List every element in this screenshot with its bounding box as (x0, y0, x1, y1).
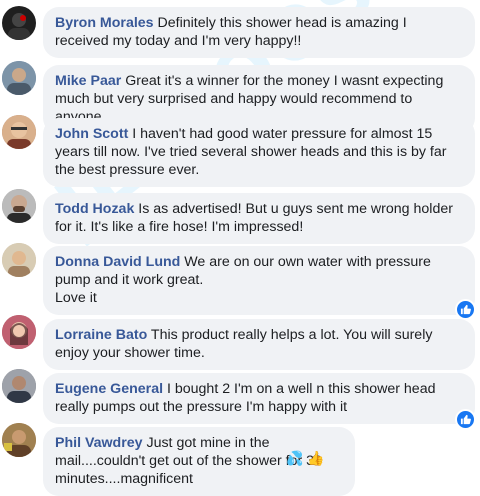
like-reaction[interactable] (455, 409, 476, 430)
comment-thread: JETBOOST SHOWER Byron Morales Definitely… (0, 0, 480, 496)
avatar[interactable] (2, 115, 36, 149)
avatar[interactable] (2, 369, 36, 403)
avatar[interactable] (2, 243, 36, 277)
avatar[interactable] (2, 315, 36, 349)
comment-bubble: Lorraine Bato This product really helps … (43, 319, 475, 370)
avatar[interactable] (2, 6, 36, 40)
like-reaction[interactable] (455, 299, 476, 320)
like-icon (460, 414, 471, 425)
comment-author[interactable]: Mike Paar (55, 73, 121, 89)
thumbs-up-icon: 👍 (307, 450, 325, 466)
comment-author[interactable]: Lorraine Bato (55, 327, 147, 343)
comment-emojis: 💦 👍 (286, 450, 325, 467)
avatar[interactable] (2, 61, 36, 95)
comment-bubble: Byron Morales Definitely this shower hea… (43, 7, 475, 58)
comment-author[interactable]: Phil Vawdrey (55, 435, 143, 451)
avatar[interactable] (2, 423, 36, 457)
comment-author[interactable]: Donna David Lund (55, 254, 180, 270)
comment-bubble: John Scott I haven't had good water pres… (43, 118, 475, 187)
avatar[interactable] (2, 189, 36, 223)
comment-bubble: Donna David Lund We are on our own water… (43, 246, 475, 315)
sweat-droplets-icon: 💦 (286, 450, 304, 466)
comment-bubble: Eugene General I bought 2 I'm on a well … (43, 373, 475, 424)
like-icon (460, 304, 471, 315)
comment-author[interactable]: John Scott (55, 126, 128, 142)
comment-author[interactable]: Todd Hozak (55, 201, 134, 217)
comment-author[interactable]: Eugene General (55, 381, 163, 397)
comment-author[interactable]: Byron Morales (55, 15, 154, 31)
comment-bubble: Todd Hozak Is as advertised! But u guys … (43, 193, 475, 244)
